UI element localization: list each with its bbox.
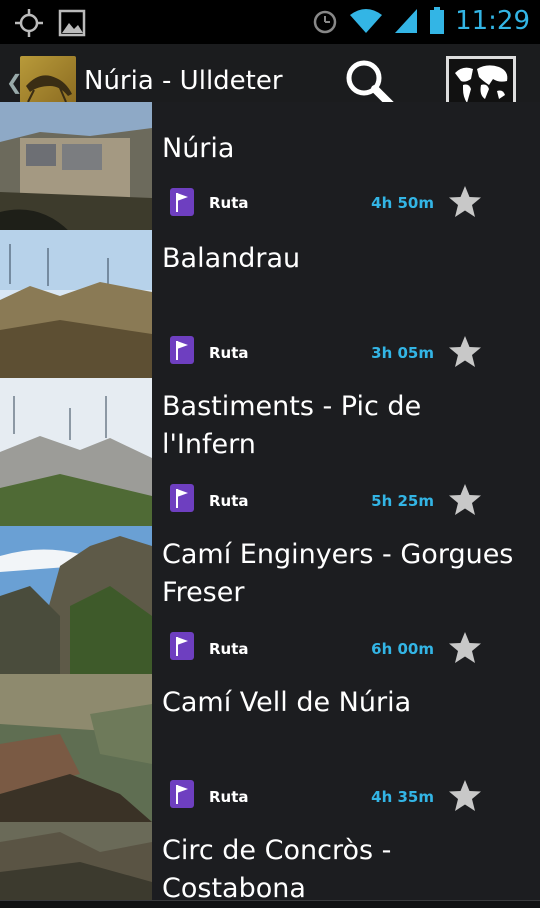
route-duration: 6h 00m: [371, 640, 434, 658]
list-item[interactable]: Circ de Concròs - Costabona: [0, 822, 540, 904]
route-type: Ruta: [209, 344, 249, 362]
route-thumbnail: [0, 822, 152, 900]
route-duration: 4h 35m: [371, 788, 434, 806]
route-thumbnail: [0, 378, 152, 526]
route-type: Ruta: [209, 194, 249, 212]
route-type: Ruta: [209, 492, 249, 510]
route-title: Camí Enginyers - Gorgues Freser: [162, 539, 514, 608]
star-icon[interactable]: [447, 778, 483, 814]
app-logo[interactable]: [20, 56, 76, 108]
wifi-icon: [350, 9, 383, 33]
star-icon[interactable]: [447, 184, 483, 220]
signal-icon: [395, 9, 418, 33]
route-type: Ruta: [209, 788, 249, 806]
list-item[interactable]: Balandrau Ruta 3h 05m: [0, 230, 540, 379]
status-bar: 11:29: [0, 0, 540, 44]
route-title: Circ de Concròs - Costabona: [162, 835, 392, 904]
star-icon[interactable]: [447, 630, 483, 666]
route-flag-icon: [170, 632, 194, 660]
route-duration: 3h 05m: [371, 344, 434, 362]
page-title: Núria - Ulldeter: [84, 66, 283, 96]
route-flag-icon: [170, 484, 194, 512]
route-thumbnail: [0, 102, 152, 250]
list-item[interactable]: Camí Enginyers - Gorgues Freser Ruta 6h …: [0, 526, 540, 675]
route-title: Camí Vell de Núria: [162, 687, 412, 718]
list-item[interactable]: Núria Ruta 4h 50m: [0, 102, 540, 251]
battery-icon: [430, 7, 445, 34]
list-item[interactable]: Camí Vell de Núria Ruta 4h 35m: [0, 674, 540, 823]
route-title: Núria: [162, 133, 235, 164]
route-title: Balandrau: [162, 243, 301, 274]
route-title: Bastiments - Pic de l'Infern: [162, 391, 422, 460]
alarm-icon: [313, 10, 337, 34]
route-flag-icon: [170, 188, 194, 216]
route-thumbnail: [0, 526, 152, 674]
route-flag-icon: [170, 336, 194, 364]
gps-icon: [15, 9, 43, 37]
gallery-icon: [58, 9, 86, 37]
clock: 11:29: [455, 6, 530, 36]
route-type: Ruta: [209, 640, 249, 658]
route-thumbnail: [0, 230, 152, 378]
route-duration: 5h 25m: [371, 492, 434, 510]
route-thumbnail: [0, 674, 152, 822]
list-item[interactable]: Bastiments - Pic de l'Infern Ruta 5h 25m: [0, 378, 540, 527]
star-icon[interactable]: [447, 482, 483, 518]
star-icon[interactable]: [447, 334, 483, 370]
route-duration: 4h 50m: [371, 194, 434, 212]
route-flag-icon: [170, 780, 194, 808]
